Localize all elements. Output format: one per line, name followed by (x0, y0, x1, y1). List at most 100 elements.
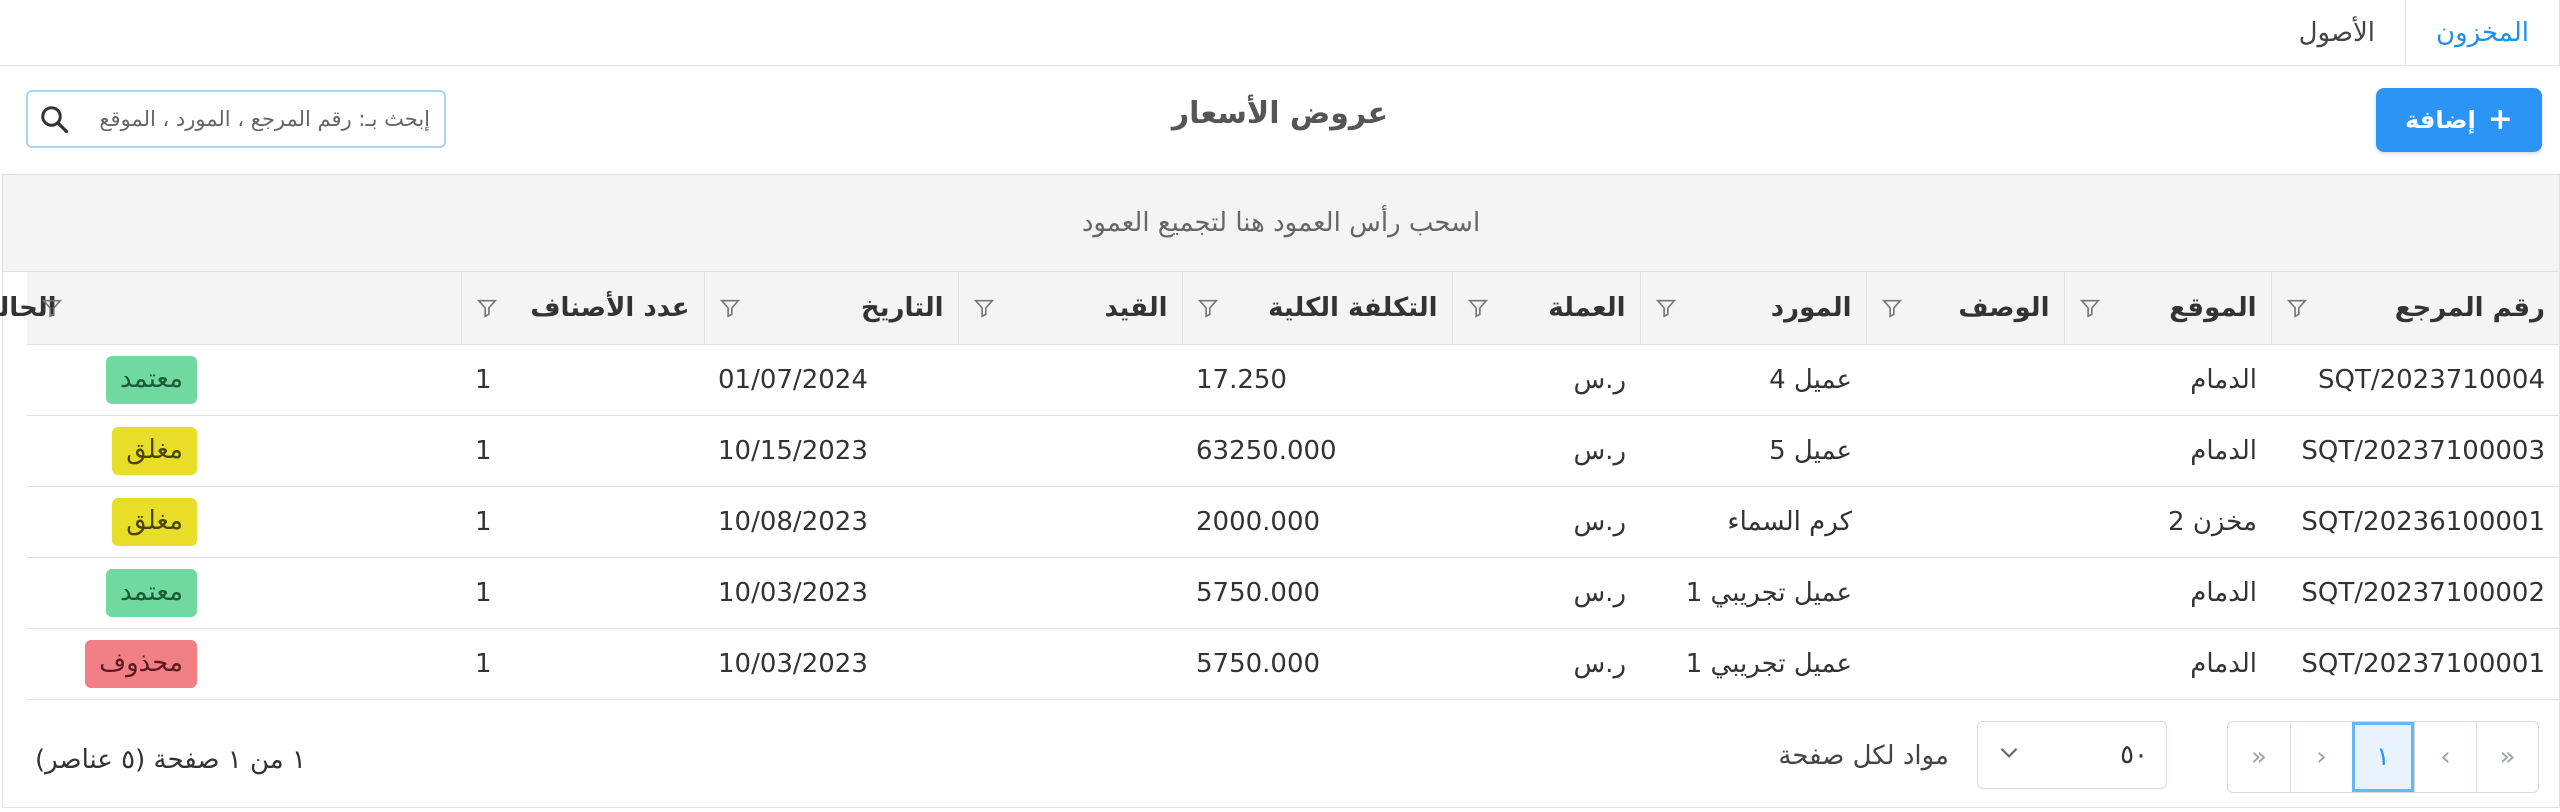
page-button-current[interactable]: ١ (2352, 722, 2414, 792)
cell-description (1866, 344, 2064, 416)
cell-total: 5750.000 (1182, 628, 1452, 700)
search-box (26, 90, 446, 148)
cell-currency: ر.س (1452, 557, 1640, 629)
tab-inventory[interactable]: المخزون (2405, 0, 2560, 66)
cell-ref: SQT/20237100003 (2271, 415, 2559, 487)
cell-supplier: عميل تجريبي 1 (1640, 557, 1866, 629)
page-size-value: ٥٠ (2120, 740, 2148, 770)
filter-icon[interactable] (719, 297, 741, 319)
last-page-button[interactable]: « (2476, 722, 2538, 792)
column-header-currency[interactable]: العملة (1451, 272, 1640, 345)
column-header-supplier[interactable]: المورد (1639, 272, 1866, 345)
table-row[interactable]: SQT/20237100003 الدمام عميل 5 ر.س 63250.000 1… (27, 415, 2559, 487)
page-size-select[interactable]: ٥٠ (1977, 721, 2167, 789)
cell-entry (958, 344, 1182, 416)
group-panel[interactable]: اسحب رأس العمود هنا لتجميع العمود (3, 175, 2559, 272)
cell-description (1866, 557, 2064, 629)
cell-date: 01/07/2024 (704, 344, 958, 416)
column-header-description[interactable]: الوصف (1865, 272, 2064, 345)
cell-currency: ر.س (1452, 628, 1640, 700)
page-info: ١ من ١ صفحة (٥ عناصر) (35, 745, 306, 775)
first-page-button[interactable]: « (2228, 722, 2290, 792)
group-panel-hint: اسحب رأس العمود هنا لتجميع العمود (1081, 208, 1481, 238)
table-body: SQT/2023710004 الدمام عميل 4 ر.س 17.250 01/07… (27, 344, 2559, 700)
cell-entry (958, 628, 1182, 700)
status-badge: مغلق (112, 427, 197, 475)
cell-currency: ر.س (1452, 486, 1640, 558)
cell-total: 63250.000 (1182, 415, 1452, 487)
filter-icon[interactable] (1655, 297, 1677, 319)
filter-icon[interactable] (1467, 297, 1489, 319)
filter-icon[interactable] (1197, 297, 1219, 319)
prev-page-button[interactable]: ‹ (2290, 722, 2352, 792)
status-badge: معتمد (106, 356, 197, 404)
column-header-total[interactable]: التكلفة الكلية (1181, 272, 1452, 345)
cell-description (1866, 628, 2064, 700)
table-row[interactable]: SQT/2023710004 الدمام عميل 4 ر.س 17.250 01/07… (27, 344, 2559, 416)
cell-total: 2000.000 (1182, 486, 1452, 558)
cell-location: الدمام (2064, 344, 2271, 416)
cell-description (1866, 486, 2064, 558)
filter-icon[interactable] (476, 297, 498, 319)
toolbar: + إضافة عروض الأسعار (0, 66, 2560, 174)
cell-entry (958, 486, 1182, 558)
next-page-button[interactable]: › (2414, 722, 2476, 792)
cell-entry (958, 557, 1182, 629)
cell-supplier: كرم السماء (1640, 486, 1866, 558)
cell-location: الدمام (2064, 628, 2271, 700)
module-tabs: المخزون الأصول (2269, 0, 2560, 66)
column-header-entry[interactable]: القيد (957, 272, 1182, 345)
table-row[interactable]: SQT/20237100001 الدمام عميل تجريبي 1 ر.س 575… (27, 628, 2559, 700)
cell-location: الدمام (2064, 415, 2271, 487)
cell-supplier: عميل 5 (1640, 415, 1866, 487)
cell-date: 10/03/2023 (704, 557, 958, 629)
status-badge: مغلق (112, 498, 197, 546)
tab-assets[interactable]: الأصول (2269, 0, 2405, 66)
filter-icon[interactable] (973, 297, 995, 319)
table-row[interactable]: SQT/20236100001 مخزن 2 كرم السماء ر.س 2000.0… (27, 486, 2559, 558)
cell-location: الدمام (2064, 557, 2271, 629)
cell-description (1866, 415, 2064, 487)
cell-items: 1 (461, 628, 704, 700)
search-icon[interactable] (28, 92, 80, 146)
cell-status: معتمد (27, 557, 461, 629)
column-header-date[interactable]: التاريخ (703, 272, 958, 345)
filter-icon[interactable] (2286, 297, 2308, 319)
filter-icon[interactable] (2079, 297, 2101, 319)
cell-status: محذوف (27, 628, 461, 700)
cell-ref: SQT/20237100001 (2271, 628, 2559, 700)
filter-icon[interactable] (41, 297, 63, 319)
column-header-ref[interactable]: رقم المرجع (2270, 272, 2559, 345)
filter-icon[interactable] (1881, 297, 1903, 319)
column-header-status[interactable]: الحالة (0, 272, 461, 345)
cell-date: 10/15/2023 (704, 415, 958, 487)
quotations-page: المخزون الأصول + إضافة عروض الأسعار اسحب… (0, 0, 2560, 812)
data-grid: اسحب رأس العمود هنا لتجميع العمود رقم ال… (0, 174, 2560, 808)
cell-ref: SQT/20237100002 (2271, 557, 2559, 629)
cell-entry (958, 415, 1182, 487)
cell-status: مغلق (27, 486, 461, 558)
cell-items: 1 (461, 415, 704, 487)
page-size-label: مواد لكل صفحة (1778, 741, 1949, 771)
cell-supplier: عميل تجريبي 1 (1640, 628, 1866, 700)
cell-currency: ر.س (1452, 344, 1640, 416)
cell-items: 1 (461, 557, 704, 629)
cell-supplier: عميل 4 (1640, 344, 1866, 416)
search-input[interactable] (80, 107, 444, 131)
cell-location: مخزن 2 (2064, 486, 2271, 558)
cell-items: 1 (461, 344, 704, 416)
table-row[interactable]: SQT/20237100002 الدمام عميل تجريبي 1 ر.س 575… (27, 557, 2559, 629)
column-header-location[interactable]: الموقع (2063, 272, 2271, 345)
cell-status: معتمد (27, 344, 461, 416)
chevron-down-icon (1996, 739, 2022, 772)
cell-ref: SQT/20236100001 (2271, 486, 2559, 558)
header-row: رقم المرجع الموقع الوصف المورد العملة ال… (0, 272, 2559, 345)
cell-total: 17.250 (1182, 344, 1452, 416)
pager: « › ١ ‹ « ٥٠ مواد لكل صفحة ١ من ١ صفحة (… (3, 697, 2559, 807)
cell-items: 1 (461, 486, 704, 558)
page-buttons: « › ١ ‹ « (2227, 721, 2539, 793)
column-header-items[interactable]: عدد الأصناف (460, 272, 704, 345)
quotations-table: رقم المرجع الموقع الوصف المورد العملة ال… (0, 272, 2559, 700)
status-badge: معتمد (106, 569, 197, 617)
cell-date: 10/03/2023 (704, 628, 958, 700)
